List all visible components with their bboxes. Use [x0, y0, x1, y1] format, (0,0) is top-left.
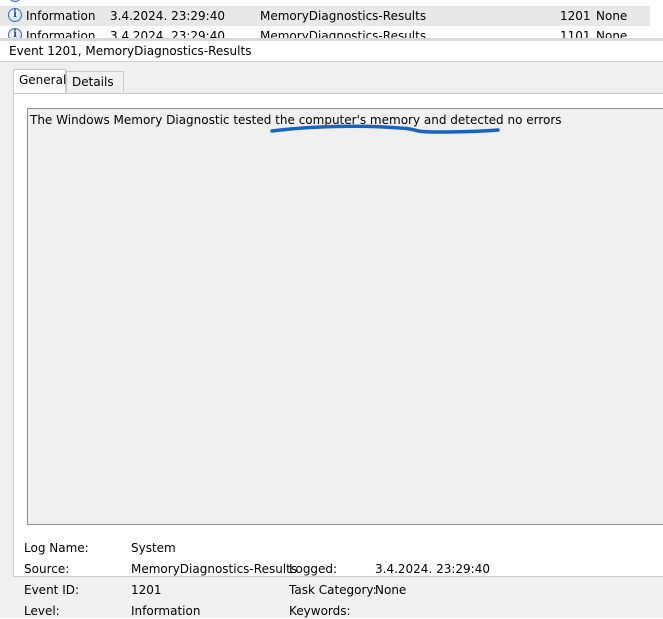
event-id: 1101 — [560, 29, 591, 38]
logged-label: Logged: — [289, 562, 338, 576]
source-label: Source: — [24, 562, 70, 576]
event-date: 3.4.2024. 23:29:40 — [110, 9, 225, 23]
event-id-label: Event ID: — [24, 583, 80, 597]
event-id-value: 1201 — [131, 583, 162, 597]
event-description-box[interactable]: The Windows Memory Diagnostic tested the… — [27, 108, 663, 525]
event-id: 1201 — [560, 9, 591, 23]
event-description: The Windows Memory Diagnostic tested the… — [30, 113, 562, 127]
general-tab-panel: The Windows Memory Diagnostic tested the… — [13, 93, 663, 577]
keywords-label: Keywords: — [289, 604, 351, 618]
event-level: Information — [26, 29, 96, 38]
tab-general[interactable]: General — [13, 69, 66, 93]
event-detail-pane: Event 1201, MemoryDiagnostics-Results Th… — [0, 41, 663, 618]
information-icon: i — [8, 0, 22, 2]
information-icon: i — [8, 28, 22, 38]
task-category-value: None — [375, 583, 407, 597]
log-name-label: Log Name: — [24, 541, 89, 555]
event-source: MemoryDiagnostics-Results — [260, 9, 427, 23]
level-value: Information — [131, 604, 201, 618]
log-name-value: System — [131, 541, 176, 555]
tab-details[interactable]: Details — [66, 71, 124, 92]
task-category-label: Task Category: — [289, 583, 377, 597]
source-value: MemoryDiagnostics-Results — [131, 562, 298, 576]
logged-value: 3.4.2024. 23:29:40 — [375, 562, 490, 576]
event-row[interactable]: i Information 3.4.2024. 23:29:40 MemoryD… — [0, 26, 663, 38]
detail-header: Event 1201, MemoryDiagnostics-Results — [0, 41, 663, 62]
information-icon: i — [8, 8, 22, 22]
event-row-selected[interactable]: i Information 3.4.2024. 23:29:40 MemoryD… — [0, 6, 650, 26]
event-category: None — [596, 29, 628, 38]
level-label: Level: — [24, 604, 60, 618]
event-category: None — [596, 9, 628, 23]
event-date: 3.4.2024. 23:29:40 — [110, 29, 225, 38]
event-source: MemoryDiagnostics-Results — [260, 29, 427, 38]
event-list: i i Information 3.4.2024. 23:29:40 Memor… — [0, 0, 663, 38]
event-level: Information — [26, 9, 96, 23]
